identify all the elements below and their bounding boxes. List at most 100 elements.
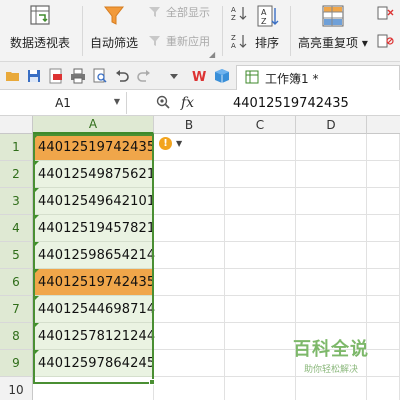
show-all-button[interactable]: 全部显示 [148, 4, 210, 20]
cell-a[interactable]: 44012578121244 [34, 323, 156, 350]
watermark: 百科全说 助你轻松解决 [276, 335, 386, 375]
cell-a[interactable]: 44012519457821 [34, 215, 155, 242]
grid-cell[interactable] [367, 188, 400, 215]
text-number-indicator-icon [34, 242, 39, 247]
grid-cell[interactable] [296, 134, 367, 161]
grid-cell[interactable] [154, 242, 225, 269]
column-header-c[interactable]: C [225, 116, 296, 134]
grid-cell[interactable] [367, 242, 400, 269]
grid-cell[interactable] [154, 296, 225, 323]
row-header[interactable]: 2 [0, 161, 33, 188]
grid-cell[interactable] [154, 350, 225, 377]
row-header[interactable]: 1 [0, 134, 33, 161]
reapply-button[interactable]: 重新应用 [148, 33, 210, 49]
wps-logo-icon[interactable]: W [192, 68, 208, 85]
row-header[interactable]: 5 [0, 242, 33, 269]
chevron-down-icon[interactable]: ▼ [114, 97, 120, 106]
print-icon[interactable] [70, 68, 86, 84]
grid-cell[interactable] [367, 269, 400, 296]
column-header-a[interactable]: A [33, 116, 154, 134]
grid-cell[interactable] [225, 188, 296, 215]
customize-toolbar-icon[interactable] [166, 68, 182, 84]
reject-duplicates-icon[interactable] [376, 32, 394, 50]
grid-cell[interactable] [154, 269, 225, 296]
cell-a-duplicate[interactable]: 44012519742435 [34, 134, 156, 161]
text-number-indicator-icon [34, 188, 39, 193]
column-header-d[interactable]: D [296, 116, 367, 134]
grid-cell[interactable] [154, 161, 225, 188]
formula-input[interactable]: 44012519742435 [233, 92, 349, 114]
grid-cell[interactable] [154, 377, 225, 400]
grid-cell[interactable] [367, 215, 400, 242]
grid-cell[interactable] [296, 188, 367, 215]
row-header[interactable]: 7 [0, 296, 33, 323]
cell-a[interactable]: 44012544698714 [34, 296, 155, 323]
autofilter-label: 自动筛选 [90, 36, 139, 50]
column-header-b[interactable]: B [154, 116, 225, 134]
grid-cell[interactable] [225, 296, 296, 323]
cell-a[interactable]: 44012598654214 [34, 242, 156, 269]
name-box[interactable]: A1 ▼ [0, 92, 127, 114]
cell-value: 44012519742435 [38, 139, 156, 155]
grid-cell[interactable] [367, 161, 400, 188]
fill-handle[interactable] [149, 379, 155, 385]
select-all-corner[interactable] [0, 116, 33, 134]
save-icon[interactable] [26, 68, 42, 84]
grid-cell[interactable] [225, 242, 296, 269]
grid-cell[interactable] [296, 242, 367, 269]
grid-cell[interactable] [367, 296, 400, 323]
redo-icon[interactable] [136, 68, 152, 84]
cell-a[interactable]: 44012549875621 [34, 161, 155, 188]
row-header[interactable]: 3 [0, 188, 33, 215]
grid-cell[interactable] [296, 215, 367, 242]
sort-descending-icon[interactable]: Z A [230, 32, 248, 50]
document-tab-label: 工作簿1 * [265, 71, 319, 86]
print-preview-icon[interactable] [92, 68, 108, 84]
open-folder-icon[interactable] [5, 68, 21, 84]
document-tab[interactable]: 工作簿1 * [236, 65, 400, 90]
grid-cell[interactable] [225, 134, 296, 161]
grid-cell[interactable] [367, 134, 400, 161]
grid-cell[interactable] [296, 377, 367, 400]
sort-ascending-icon[interactable]: A Z [230, 4, 248, 22]
export-pdf-icon[interactable] [48, 68, 64, 84]
cell-value: 44012578121244 [38, 328, 156, 344]
sort-button[interactable]: A Z 排序 [254, 0, 280, 51]
row-header[interactable]: 10 [0, 377, 33, 400]
row-header[interactable]: 4 [0, 215, 33, 242]
grid-cell[interactable] [154, 188, 225, 215]
cell-a[interactable] [34, 377, 154, 400]
cell-a[interactable]: 44012549642101 [34, 188, 155, 215]
row-header[interactable]: 8 [0, 323, 33, 350]
cell-a[interactable]: 44012597864245 [34, 350, 155, 377]
grid-cell[interactable] [225, 377, 296, 400]
grid-cell[interactable] [225, 161, 296, 188]
row-header[interactable]: 6 [0, 269, 33, 296]
grid-cell[interactable] [367, 377, 400, 400]
row-header[interactable]: 9 [0, 350, 33, 377]
filter-dialog-launcher[interactable]: ◢ [209, 50, 215, 59]
cell-value: 44012598654214 [38, 247, 156, 263]
grid-cell[interactable] [154, 323, 225, 350]
cell-a-duplicate[interactable]: 44012519742435 [34, 269, 155, 296]
svg-text:Z: Z [261, 17, 267, 26]
pivot-table-button[interactable]: 数据透视表 [10, 0, 70, 51]
grid-cell[interactable] [296, 269, 367, 296]
grid-cell[interactable] [296, 296, 367, 323]
grid-cell[interactable] [154, 215, 225, 242]
grid-cell[interactable] [296, 161, 367, 188]
grid-cell[interactable] [225, 269, 296, 296]
grid-cell[interactable] [225, 215, 296, 242]
cube-icon[interactable] [214, 68, 230, 84]
svg-text:A: A [231, 6, 236, 14]
watermark-title: 百科全说 [293, 339, 369, 360]
delete-duplicates-icon[interactable] [376, 4, 394, 22]
undo-icon[interactable] [114, 68, 130, 84]
column-header-e[interactable] [367, 116, 400, 134]
highlight-duplicates-button[interactable]: 高亮重复项 ▾ [298, 0, 368, 51]
highlight-duplicates-label: 高亮重复项 ▾ [298, 36, 368, 50]
insert-function-button[interactable]: fx [181, 95, 194, 111]
autofilter-button[interactable]: 自动筛选 [90, 0, 138, 51]
zoom-search-icon[interactable] [155, 94, 171, 113]
error-check-button[interactable]: ! ▼ [159, 135, 189, 151]
